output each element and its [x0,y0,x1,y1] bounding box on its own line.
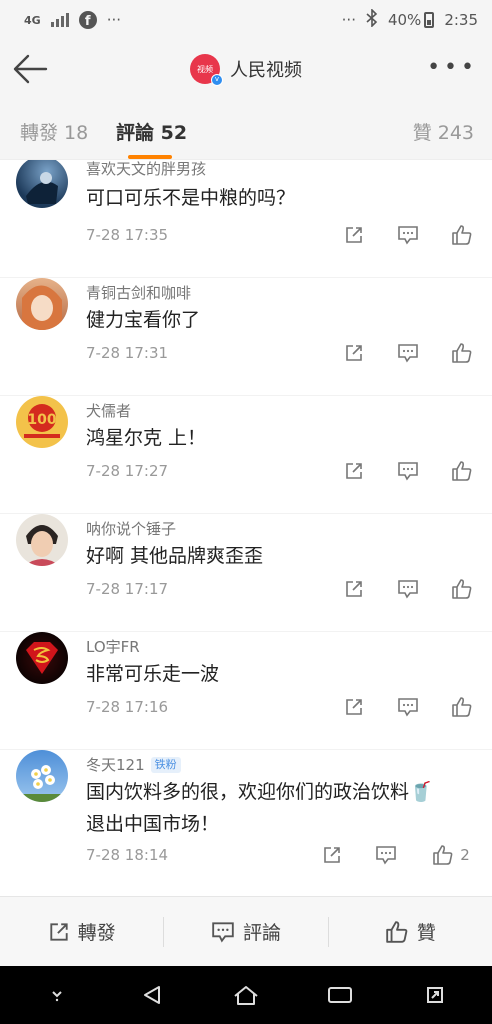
channel-title[interactable]: 视频 v 人民视频 [190,54,302,86]
comment-actions [342,342,474,364]
comment-time: 7-28 17:17 [86,580,169,598]
channel-logo: 视频 v [190,54,223,86]
like-icon[interactable] [450,696,474,718]
comment-item: 冬天121 铁粉 国内饮料多的很，欢迎你们的政治饮料🥤 退出中国市场！ 7-28 … [0,750,492,896]
reply-icon[interactable] [396,342,420,364]
comment-text-line: 国内饮料多的很，欢迎你们的政治饮料🥤 [86,781,433,803]
system-nav-bar [0,966,492,1024]
comment-text: 可口可乐不是中粮的吗？ [86,187,296,209]
reply-icon[interactable] [396,696,420,718]
comment-username[interactable]: 冬天121 铁粉 [86,754,181,775]
bluetooth-icon [366,8,378,31]
comment-text: 健力宝看你了 [86,309,201,331]
reply-icon[interactable] [396,578,420,600]
comment-username[interactable]: 喜欢天文的胖男孩 [86,160,206,179]
comment-actions [342,460,474,482]
comment-username[interactable]: LO宇FR [86,636,140,657]
comment-text: 鸿星尔克 上！ [86,427,207,449]
back-arrow-icon [13,54,48,84]
comment-time: 7-28 17:16 [86,698,169,716]
clock: 2:35 [444,11,478,29]
comment-time: 7-28 17:31 [86,344,169,362]
like-icon[interactable] [450,224,474,246]
battery-icon [424,12,435,28]
comment-actions: 2 [320,844,474,866]
share-icon[interactable] [342,696,366,718]
avatar[interactable] [16,514,68,566]
comment-label: 評論 [242,922,281,944]
share-icon[interactable] [320,844,344,866]
comment-time: 7-28 18:14 [86,846,169,864]
more-options-icon[interactable]: ••• [427,57,478,79]
comment-username[interactable]: 犬儒者 [86,400,131,421]
like-button[interactable]: 2 [428,844,474,866]
reply-icon[interactable] [396,224,420,246]
network-indicator: 4G [24,13,41,27]
reply-icon[interactable] [374,844,398,866]
comment-item: 喜欢天文的胖男孩 可口可乐不是中粮的吗？ 7-28 17:35 [0,160,492,278]
comment-item: 呐你说个锤子 好啊 其他品牌爽歪歪 7-28 17:17 [0,514,492,632]
expand-icon[interactable] [415,975,455,1015]
signal-icon [50,13,69,27]
comment-time: 7-28 17:27 [86,462,169,480]
like-icon[interactable] [450,342,474,364]
status-bar: 4G f ··· ··· 40% 2:35 [0,0,492,40]
comment-button[interactable]: 評論 [164,897,327,966]
comment-time: 7-28 17:35 [86,226,169,244]
like-icon [386,920,408,943]
avatar[interactable] [16,750,68,802]
avatar[interactable] [16,632,68,684]
comment-text-line: 退出中国市场！ [86,813,220,835]
comment-text: 好啊 其他品牌爽歪歪 [86,545,264,567]
comment-item: LO宇FR 非常可乐走一波 7-28 17:16 [0,632,492,750]
avatar[interactable] [16,160,68,208]
comment-username[interactable]: 青铜古剑和咖啡 [86,282,191,303]
like-icon[interactable] [450,578,474,600]
svg-text:100: 100 [27,412,56,428]
avatar[interactable] [16,278,68,330]
back-button[interactable] [12,52,48,86]
like-count: 2 [460,846,470,864]
comment-item: 青铜古剑和咖啡 健力宝看你了 7-28 17:31 [0,278,492,396]
tab-forwards[interactable]: 轉發 18 [20,118,88,145]
reply-icon[interactable] [396,460,420,482]
verified-icon: v [211,74,223,86]
facebook-icon: f [78,11,97,29]
share-icon[interactable] [342,578,366,600]
comment-icon [212,921,234,942]
comment-item: 100 犬儒者 鸿星尔克 上！ 7-28 17:27 [0,396,492,514]
comment-list[interactable]: 喜欢天文的胖男孩 可口可乐不是中粮的吗？ 7-28 17:35 青铜古剑和咖啡 … [0,160,492,896]
chevron-down-icon[interactable] [37,975,77,1015]
more-notifications: ··· [106,11,121,29]
like-icon[interactable] [450,460,474,482]
like-button[interactable]: 贊 [329,897,492,966]
tab-comments[interactable]: 評論 52 [116,118,187,159]
comment-actions [342,578,474,600]
recent-apps-icon[interactable] [320,975,360,1015]
avatar[interactable]: 100 [16,396,68,448]
forward-button[interactable]: 轉發 [0,897,163,966]
tab-bar: 轉發 18 評論 52 贊 243 [0,98,492,160]
comment-text: 非常可乐走一波 [86,663,220,685]
share-icon[interactable] [342,460,366,482]
like-icon [433,845,453,865]
forward-label: 轉發 [77,922,116,944]
comment-actions [342,696,474,718]
battery-level: 40% [387,11,422,29]
more-status: ··· [341,11,356,29]
share-icon[interactable] [342,224,366,246]
home-icon[interactable] [226,975,266,1015]
fan-badge: 铁粉 [150,757,181,773]
bottom-action-bar: 轉發 評論 贊 [0,896,492,966]
comment-actions [342,224,474,246]
channel-name: 人民视频 [230,60,302,81]
comment-username[interactable]: 呐你说个锤子 [86,518,176,539]
like-label: 贊 [416,922,436,944]
share-icon[interactable] [342,342,366,364]
share-icon [50,922,68,941]
tab-likes[interactable]: 贊 243 [413,118,474,145]
app-header: 视频 v 人民视频 ••• [0,40,492,98]
comment-text: 国内饮料多的很，欢迎你们的政治饮料🥤 退出中国市场！ [86,776,472,840]
nav-back-icon[interactable] [132,975,172,1015]
